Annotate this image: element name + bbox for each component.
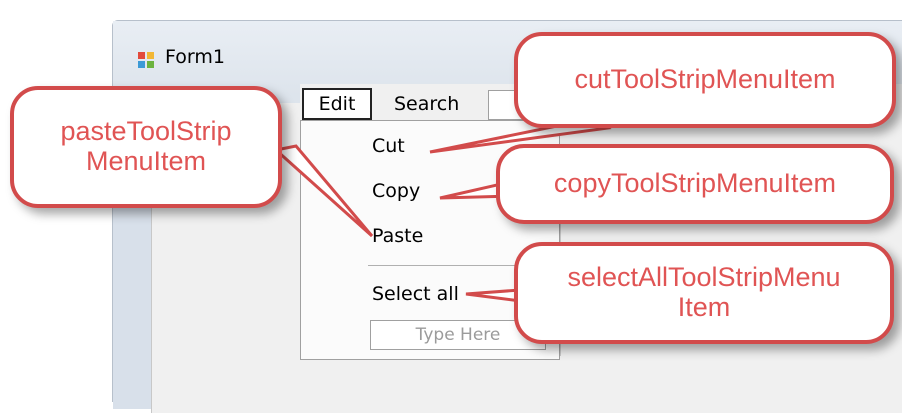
leader-paste: [272, 144, 374, 238]
callout-copy: copyToolStripMenuItem: [496, 144, 894, 224]
callout-paste-text-line2: MenuItem: [85, 146, 207, 176]
callout-copy-text: copyToolStripMenuItem: [553, 168, 837, 199]
callout-select-all-text-line1: selectAllToolStripMenu: [567, 262, 841, 293]
callout-cut-text: cutToolStripMenuItem: [574, 64, 836, 95]
callout-cut: cutToolStripMenuItem: [514, 32, 896, 128]
callout-paste-text-line1: pasteToolStrip: [60, 116, 232, 147]
callout-select-all: selectAllToolStripMenu Item: [514, 242, 894, 344]
callout-select-all-text-line2: Item: [677, 292, 731, 322]
callout-paste: pasteToolStrip MenuItem: [10, 86, 282, 208]
